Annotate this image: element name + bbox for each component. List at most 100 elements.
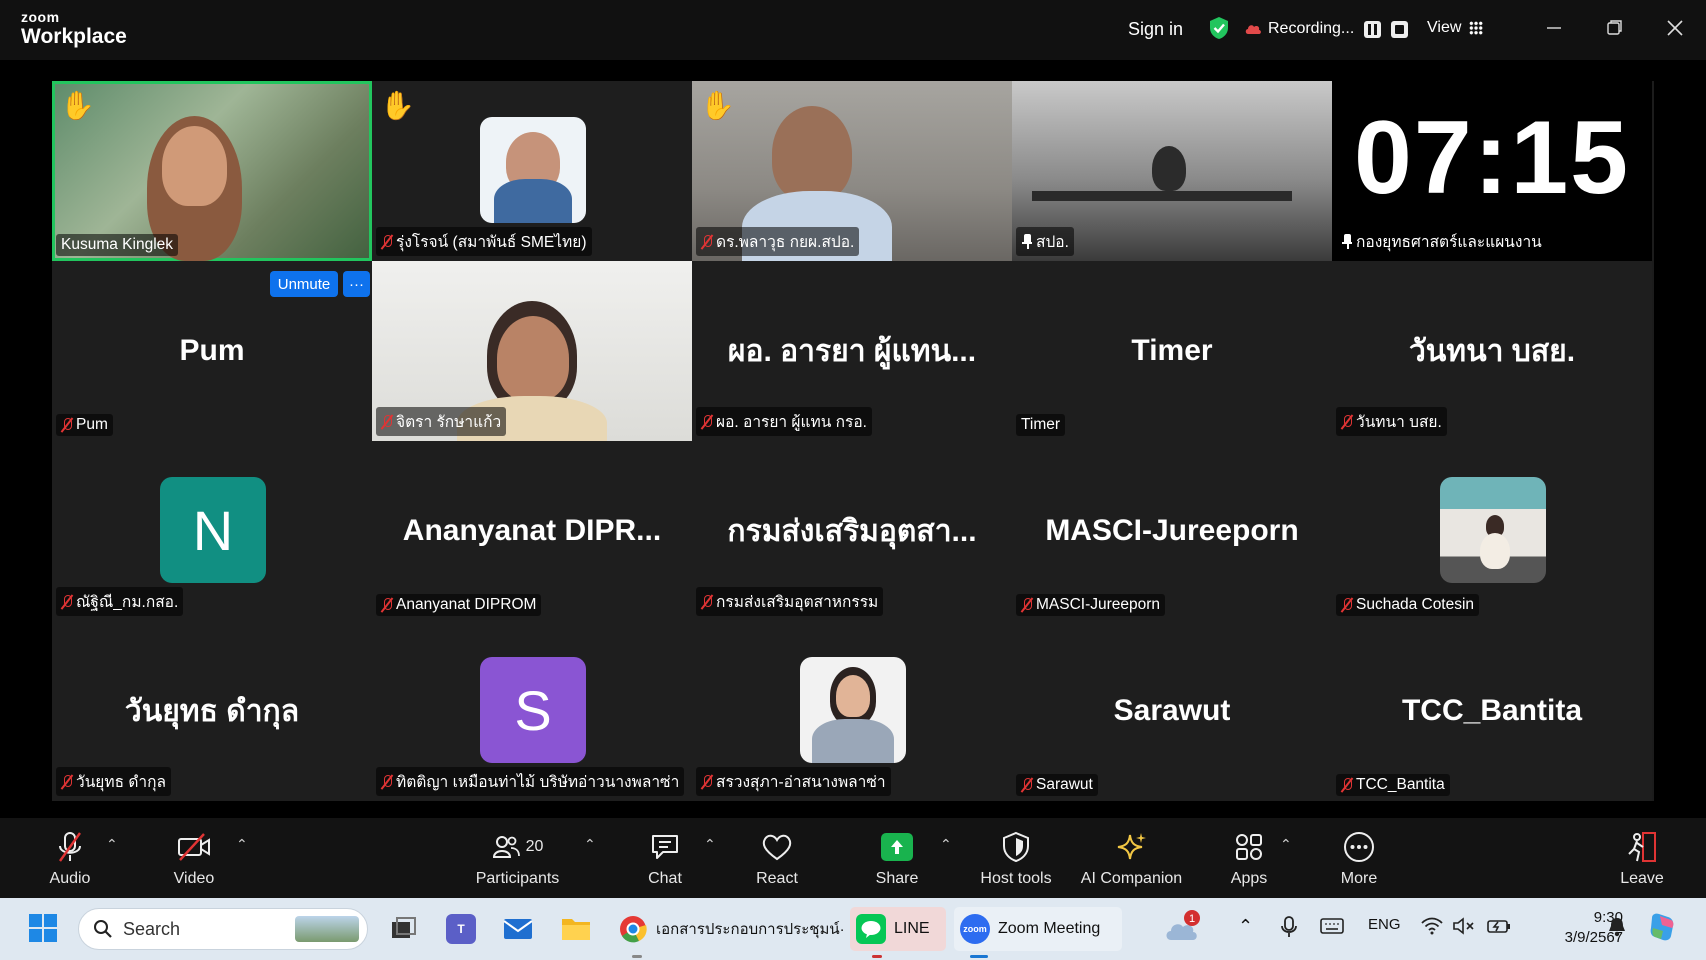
participant-name-tag: รุ่งโรจน์ (สมาพันธ์ SMEไทย)	[376, 227, 592, 256]
close-icon[interactable]	[1660, 14, 1690, 42]
title-bar: zoom Workplace Sign in Recording... View	[0, 0, 1706, 60]
restore-icon[interactable]	[1600, 14, 1630, 42]
taskbar-file-explorer[interactable]	[554, 907, 598, 951]
participant-tile[interactable]: S ทิตติญา เหมือนท่าไม้ บริษัทอ่าวนางพลาซ…	[372, 621, 692, 801]
battery-icon[interactable]	[1486, 916, 1512, 936]
participant-name-tag: วันทนา บสย.	[1336, 407, 1447, 436]
leave-label: Leave	[1620, 870, 1664, 887]
leave-button[interactable]: Leave	[1616, 830, 1668, 888]
share-button[interactable]: Share	[872, 830, 922, 888]
taskbar-mail[interactable]	[496, 907, 540, 951]
participant-tile[interactable]: Suchada Cotesin	[1332, 441, 1652, 621]
chat-button[interactable]: Chat	[642, 830, 688, 888]
taskbar-chrome-window[interactable]: เอกสารประกอบการประชุมน์·	[612, 907, 851, 951]
participant-name-tag: จิตรา รักษาแก้ว	[376, 407, 507, 436]
participant-name: กรมส่งเสริมอุตสาหกรรม	[716, 594, 879, 611]
zoom-app-label: Zoom Meeting	[998, 920, 1101, 937]
video-options-caret-icon[interactable]: ⌃	[236, 836, 248, 853]
participant-tile[interactable]: วันยุทธ ดำกุล วันยุทธ ดำกุล	[52, 621, 372, 801]
mic-muted-icon	[1341, 777, 1353, 793]
weather-widget[interactable]: 1	[1163, 910, 1201, 948]
participant-name-tag: กองยุทธศาสตร์และแผนงาน	[1336, 227, 1547, 256]
participant-tile[interactable]: 07:15 กองยุทธศาสตร์และแผนงาน	[1332, 81, 1652, 261]
participant-tile[interactable]: TCC_Bantita TCC_Bantita	[1332, 621, 1652, 801]
speaker-muted-icon[interactable]	[1452, 916, 1476, 936]
participant-name: TCC_Bantita	[1356, 776, 1445, 793]
participant-name: ผอ. อารยา ผู้แทน กรอ.	[716, 414, 867, 431]
taskbar-zoom-meeting[interactable]: zoom Zoom Meeting	[954, 907, 1122, 951]
participants-options-caret-icon[interactable]: ⌃	[584, 836, 596, 853]
security-shield-icon[interactable]	[1208, 16, 1230, 40]
notification-bell-icon[interactable]	[1606, 916, 1628, 938]
participant-name: กองยุทธศาสตร์และแผนงาน	[1356, 234, 1542, 251]
mic-muted-icon	[701, 594, 713, 610]
participant-tile[interactable]: สปอ.	[1012, 81, 1332, 261]
wifi-icon[interactable]	[1420, 916, 1444, 936]
raised-hand-icon: ✋	[700, 90, 735, 121]
participant-tile[interactable]: จิตรา รักษาแก้ว	[372, 261, 692, 441]
unmute-button[interactable]: Unmute	[270, 271, 338, 297]
participant-tile[interactable]: ผอ. อารยา ผู้แทน... ผอ. อารยา ผู้แทน กรอ…	[692, 261, 1012, 441]
copilot-icon[interactable]	[1646, 910, 1680, 944]
participant-tile[interactable]: สรวงสุภา-อ่าสนางพลาซ่า	[692, 621, 1012, 801]
windows-start-icon[interactable]	[28, 913, 58, 943]
participant-tile[interactable]: ✋ Kusuma Kinglek	[52, 81, 372, 261]
apps-button[interactable]: Apps	[1224, 830, 1274, 888]
mic-muted-icon	[1021, 777, 1033, 793]
show-hidden-icons-chevron-icon[interactable]: ⌃	[1238, 916, 1253, 937]
taskbar-teams[interactable]: T	[440, 907, 482, 951]
participant-tile[interactable]: วันทนา บสย. วันทนา บสย.	[1332, 261, 1652, 441]
participant-tile[interactable]: N ณัฐิณี_กม.กสอ.	[52, 441, 372, 621]
audio-button[interactable]: Audio	[44, 830, 96, 888]
host-tools-button[interactable]: Host tools	[975, 830, 1057, 888]
participant-name-tag: ดร.พลาวุธ กยผ.สปอ.	[696, 227, 860, 256]
audio-options-caret-icon[interactable]: ⌃	[106, 836, 118, 853]
search-highlight-image	[295, 916, 359, 942]
language-indicator[interactable]: ENG	[1368, 916, 1401, 933]
video-button[interactable]: Video	[168, 830, 220, 888]
participant-name: Suchada Cotesin	[1356, 596, 1475, 613]
participant-tile[interactable]: Timer Timer	[1012, 261, 1332, 441]
react-label: React	[756, 870, 798, 887]
keyboard-icon[interactable]	[1320, 916, 1344, 936]
participant-name: สรวงสุภา-อ่าสนางพลาซ่า	[716, 774, 886, 791]
mic-muted-icon	[61, 594, 73, 610]
mic-muted-icon	[701, 234, 713, 250]
apps-options-caret-icon[interactable]: ⌃	[1280, 836, 1292, 853]
more-button[interactable]: More	[1333, 830, 1385, 888]
microphone-icon[interactable]	[1280, 916, 1298, 938]
view-label: View	[1427, 19, 1462, 36]
participant-name: จิตรา รักษาแก้ว	[396, 414, 502, 431]
ai-companion-button[interactable]: AI Companion	[1079, 830, 1184, 888]
participant-tile[interactable]: MASCI-Jureeporn MASCI-Jureeporn	[1012, 441, 1332, 621]
apps-icon	[1236, 834, 1262, 860]
taskbar-task-view[interactable]	[382, 907, 424, 951]
pin-icon	[1341, 234, 1353, 249]
participant-name-tag: ผอ. อารยา ผู้แทน กรอ.	[696, 407, 872, 436]
sign-in-link[interactable]: Sign in	[1128, 19, 1183, 40]
chat-options-caret-icon[interactable]: ⌃	[704, 836, 716, 853]
minimize-icon[interactable]	[1539, 14, 1569, 42]
participant-tile[interactable]: กรมส่งเสริมอุตสา... กรมส่งเสริมอุตสาหกรร…	[692, 441, 1012, 621]
video-label: Video	[173, 870, 215, 887]
react-button[interactable]: React	[752, 830, 802, 888]
chrome-window-title: เอกสารประกอบการประชุมน์·	[656, 921, 845, 938]
tile-more-button[interactable]: ···	[343, 271, 370, 297]
share-options-caret-icon[interactable]: ⌃	[940, 836, 952, 853]
running-indicator	[632, 955, 642, 958]
folder-icon	[562, 919, 590, 940]
participants-button[interactable]: 20 Participants	[470, 830, 565, 888]
pause-recording-button[interactable]	[1364, 20, 1382, 38]
participant-name-tag: วันยุทธ ดำกุล	[56, 767, 172, 796]
participant-tile[interactable]: Ananyanat DIPR... Ananyanat DIPROM	[372, 441, 692, 621]
participant-tile[interactable]: ✋ ดร.พลาวุธ กยผ.สปอ.	[692, 81, 1012, 261]
taskbar-search[interactable]: Search	[78, 908, 368, 950]
participant-tile[interactable]: ✋ รุ่งโรจน์ (สมาพันธ์ SMEไทย)	[372, 81, 692, 261]
share-screen-icon	[881, 833, 913, 861]
participant-tile[interactable]: Sarawut Sarawut	[1012, 621, 1332, 801]
view-button[interactable]: View	[1427, 19, 1484, 37]
audio-label: Audio	[49, 870, 91, 887]
stop-recording-button[interactable]	[1391, 20, 1409, 38]
share-label: Share	[875, 870, 919, 887]
taskbar-line[interactable]: LINE	[850, 907, 946, 951]
